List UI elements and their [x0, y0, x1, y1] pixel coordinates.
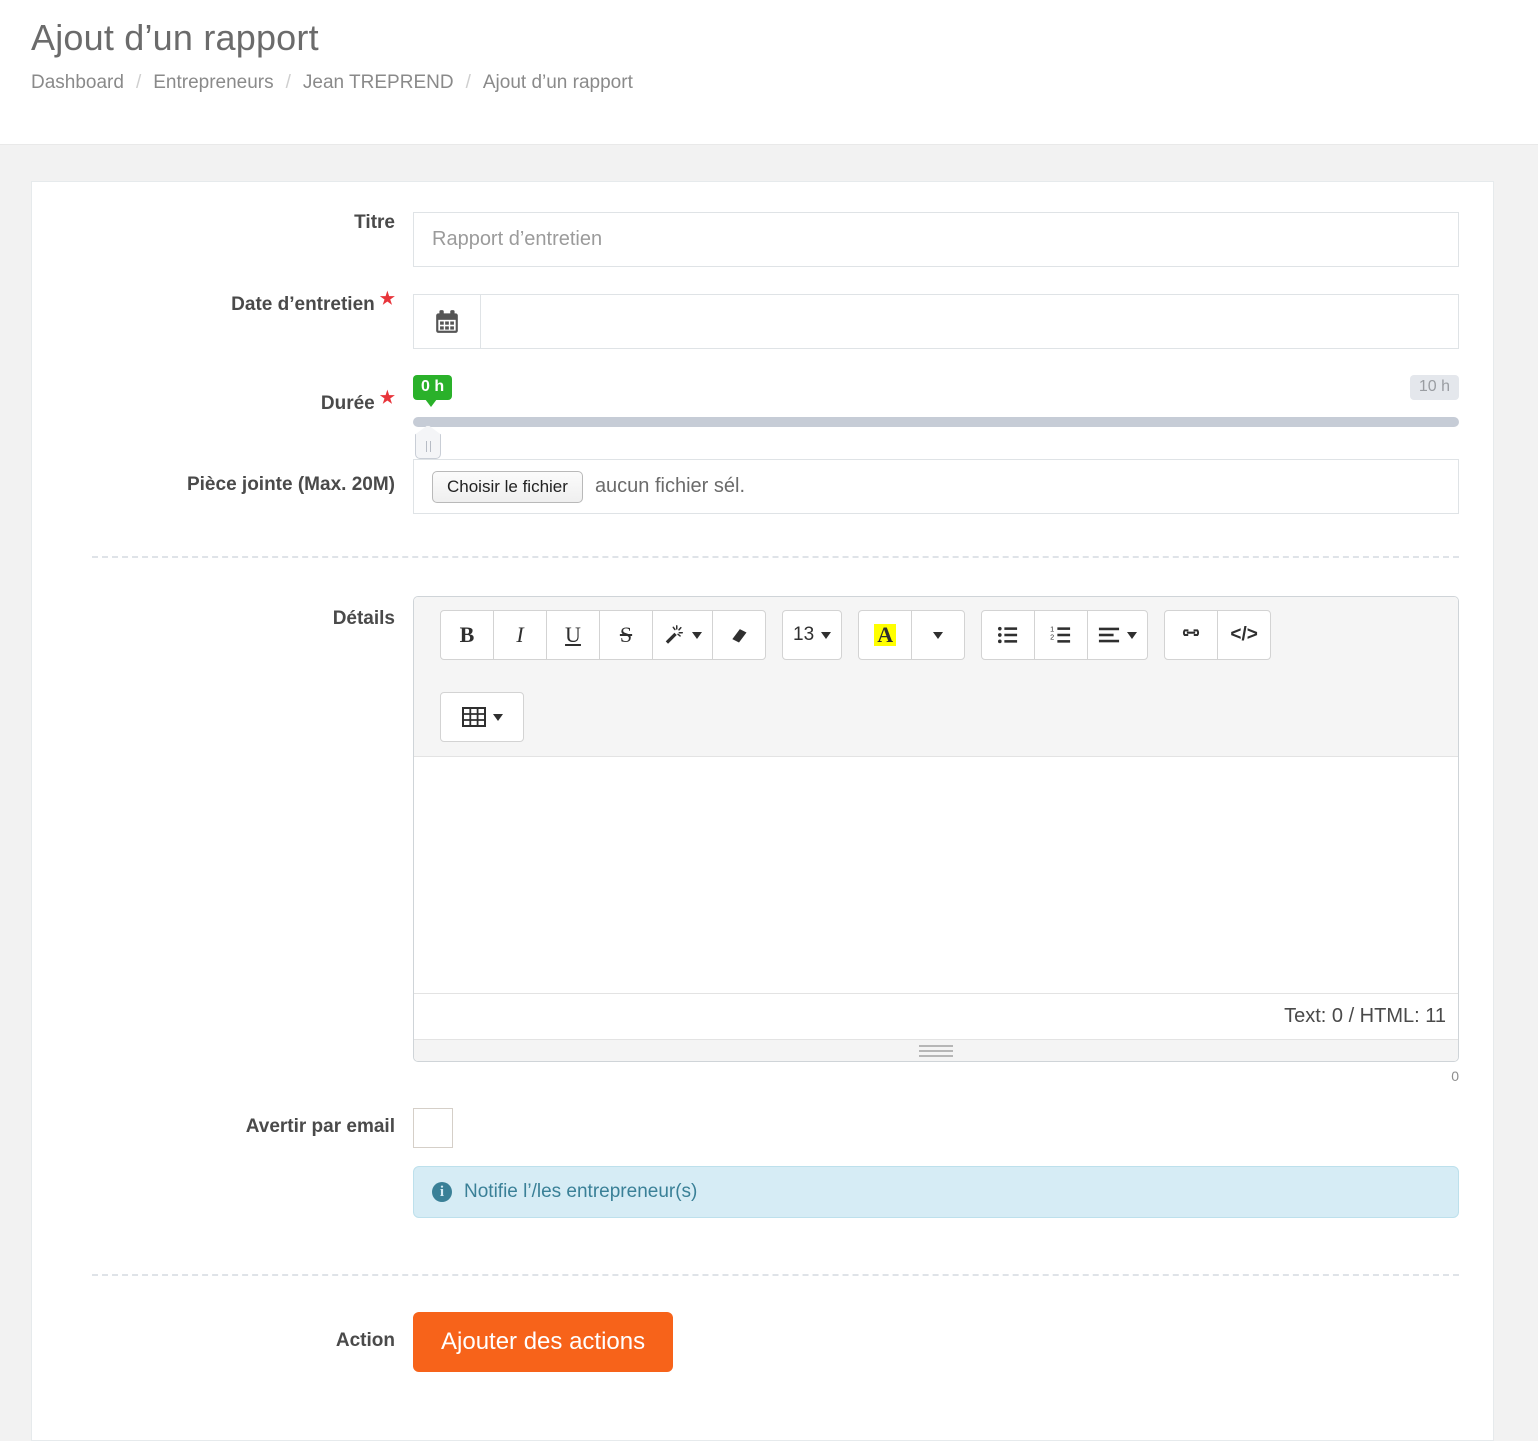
toolbar-group-style: B I U S	[440, 610, 766, 660]
duree-slider-handle[interactable]	[415, 425, 441, 459]
code-view-icon[interactable]: </>	[1217, 610, 1272, 660]
file-input-box[interactable]: Choisir le fichier aucun fichier sél.	[413, 459, 1459, 514]
duree-slider-track[interactable]	[413, 417, 1459, 427]
date-input-group	[413, 294, 1459, 349]
rich-text-editor[interactable]: B I U S 13 A 1 2 </> Text: 0 / HTML: 11	[413, 596, 1459, 1062]
editor-resize-handle[interactable]	[414, 1039, 1458, 1061]
strikethrough-icon[interactable]: S	[599, 610, 653, 660]
date-entretien-input[interactable]	[480, 294, 1459, 349]
toolbar-group-table	[440, 692, 524, 742]
field-row-action: Action Ajouter des actions	[32, 1276, 1493, 1372]
chevron-down-icon	[933, 631, 944, 639]
field-row-avertir: Avertir par email i Notifie l’/les entre…	[32, 1084, 1493, 1218]
underline-icon[interactable]: U	[546, 610, 600, 660]
toolbar-group-fontsize: 13	[782, 610, 843, 660]
toolbar-group-insert: </>	[1164, 610, 1272, 660]
link-icon[interactable]	[1164, 610, 1219, 660]
label-date-entretien-text: Date d’entretien	[231, 294, 375, 315]
italic-icon[interactable]: I	[493, 610, 547, 660]
field-row-titre: Titre	[32, 182, 1493, 267]
breadcrumb: Dashboard / Entrepreneurs / Jean TREPREN…	[31, 72, 1538, 94]
label-duree-text: Durée	[320, 393, 375, 414]
breadcrumb-separator: /	[465, 71, 471, 93]
add-actions-button[interactable]: Ajouter des actions	[413, 1312, 674, 1372]
ordered-list-icon[interactable]: 1 2	[1034, 610, 1089, 660]
avertir-checkbox[interactable]	[413, 1108, 453, 1148]
highlight-color-dropdown[interactable]	[911, 610, 966, 660]
unordered-list-icon[interactable]	[981, 610, 1036, 660]
label-titre: Titre	[354, 212, 395, 233]
field-row-duree: Durée ★ 0 h 10 h	[32, 349, 1493, 459]
font-size-value: 13	[793, 624, 815, 645]
titre-input[interactable]	[413, 212, 1459, 267]
report-form-card: Titre Date d’entretien★	[31, 181, 1494, 1441]
field-row-piece-jointe: Pièce jointe (Max. 20M) Choisir le fichi…	[32, 451, 1493, 514]
editor-content-area[interactable]	[414, 757, 1458, 993]
eraser-icon[interactable]	[712, 610, 766, 660]
duree-current-value: 0 h	[413, 375, 453, 408]
chevron-down-icon	[821, 631, 832, 639]
notify-alert-text: Notifie l’/les entrepreneur(s)	[464, 1181, 698, 1202]
field-row-date: Date d’entretien ★	[32, 267, 1493, 349]
breadcrumb-separator: /	[135, 71, 142, 93]
choose-file-button[interactable]: Choisir le fichier	[432, 470, 583, 503]
calendar-icon[interactable]	[413, 294, 481, 349]
breadcrumb-item-current: Ajout d’un rapport	[482, 71, 633, 93]
chevron-down-icon	[692, 631, 702, 639]
label-details: Détails	[332, 608, 395, 629]
info-icon: i	[432, 1182, 452, 1202]
magic-wand-icon[interactable]	[652, 610, 713, 660]
page-title: Ajout d’un rapport	[31, 17, 319, 58]
required-star-icon: ★	[379, 388, 395, 407]
editor-status-bar: Text: 0 / HTML: 11	[414, 993, 1458, 1039]
label-duree: Durée ★	[32, 373, 413, 416]
editor-toolbar: B I U S 13 A 1 2 </>	[414, 597, 1458, 757]
file-status-text: aucun fichier sél.	[594, 475, 746, 497]
field-row-details: Détails B I U S 13 A 1 2 </> Text: 0 / H…	[32, 558, 1493, 1084]
breadcrumb-item-dashboard[interactable]: Dashboard	[31, 72, 124, 94]
toolbar-group-lists: 1 2	[981, 610, 1149, 660]
notify-alert: i Notifie l’/les entrepreneur(s)	[413, 1166, 1459, 1218]
table-icon[interactable]	[440, 692, 524, 742]
font-size-dropdown[interactable]: 13	[782, 610, 843, 660]
label-avertir-par-email: Avertir par email	[245, 1116, 395, 1137]
bold-icon[interactable]: B	[440, 610, 494, 660]
editor-counter: 0	[1451, 1068, 1459, 1084]
required-star-icon: ★	[379, 289, 395, 308]
paragraph-align-icon[interactable]	[1087, 610, 1149, 660]
duree-max-value: 10 h	[1409, 375, 1459, 401]
editor-char-count: Text: 0 / HTML: 11	[1284, 1005, 1446, 1027]
label-action: Action	[335, 1330, 395, 1351]
svg-text:2: 2	[1050, 633, 1054, 642]
chevron-down-icon	[1127, 631, 1138, 639]
highlight-color-icon[interactable]: A	[858, 610, 913, 660]
page-header: Ajout d’un rapport Dashboard / Entrepren…	[0, 0, 1538, 145]
label-date-entretien: Date d’entretien ★	[32, 289, 413, 317]
breadcrumb-item-entrepreneurs[interactable]: Entrepreneurs	[153, 72, 273, 94]
breadcrumb-item-person[interactable]: Jean TREPREND	[303, 72, 454, 94]
breadcrumb-separator: /	[285, 71, 291, 93]
duree-slider[interactable]: 0 h 10 h	[413, 373, 1459, 459]
toolbar-group-highlight: A	[858, 610, 966, 660]
chevron-down-icon	[492, 713, 503, 721]
label-piece-jointe: Pièce jointe (Max. 20M)	[186, 474, 395, 495]
